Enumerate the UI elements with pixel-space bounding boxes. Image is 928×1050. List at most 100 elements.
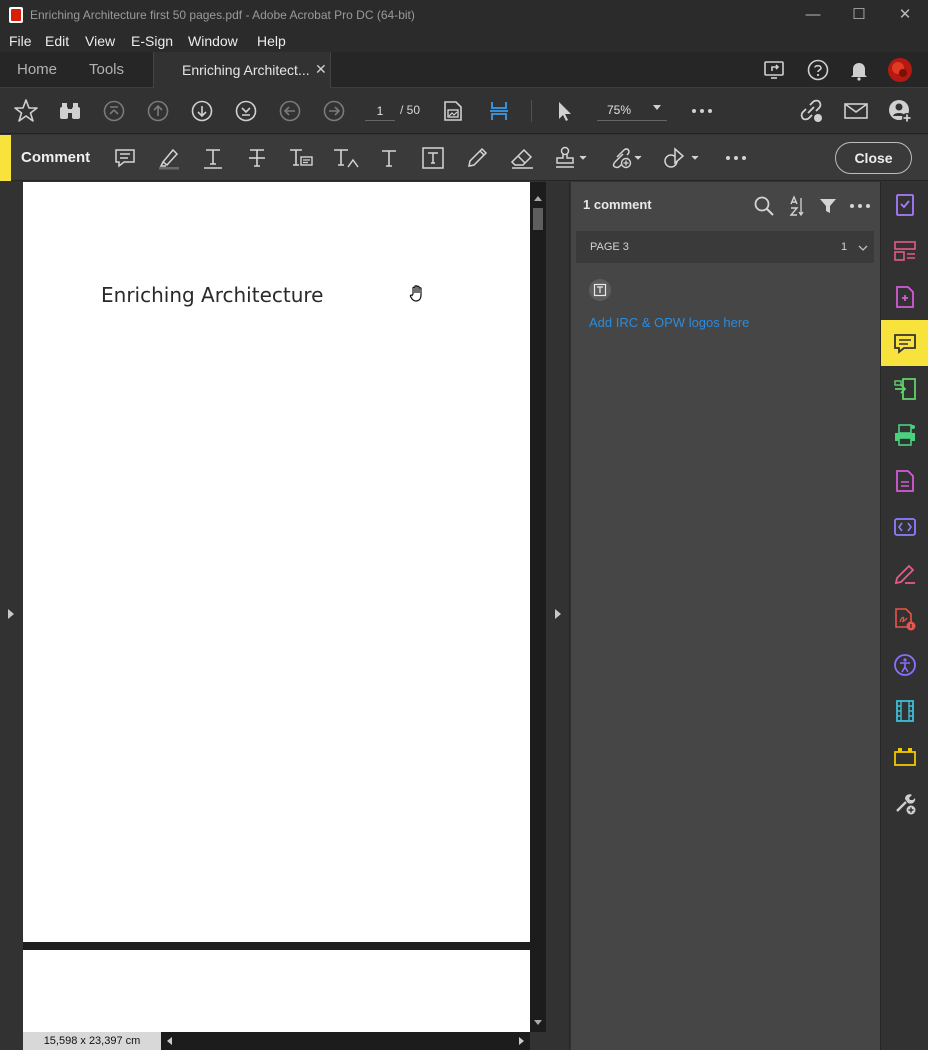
more-tools-ellipsis-icon[interactable] xyxy=(689,98,715,124)
scroll-down-arrow-icon[interactable] xyxy=(534,1020,542,1025)
last-page-icon[interactable] xyxy=(233,98,259,124)
acrobat-window: Enriching Architecture first 50 pages.pd… xyxy=(0,0,928,1050)
close-comment-button[interactable]: Close xyxy=(835,142,912,174)
pdf-page-2[interactable] xyxy=(23,950,530,1032)
print-production-icon[interactable] xyxy=(881,412,928,458)
comment-text[interactable]: Add IRC & OPW logos here xyxy=(589,315,749,330)
sticky-note-icon[interactable] xyxy=(113,145,137,171)
comment-options-ellipsis-icon[interactable] xyxy=(848,194,872,218)
menu-view[interactable]: View xyxy=(85,33,115,49)
menu-help[interactable]: Help xyxy=(257,33,286,49)
add-text-icon[interactable] xyxy=(376,145,402,171)
text-box-icon[interactable] xyxy=(420,145,446,171)
comment-group-label: PAGE 3 xyxy=(590,241,629,253)
pencil-draw-icon[interactable] xyxy=(464,145,490,171)
protect-icon[interactable] xyxy=(881,596,928,642)
rich-media-icon[interactable] xyxy=(881,688,928,734)
sort-comments-icon[interactable] xyxy=(784,194,808,218)
attach-file-icon[interactable] xyxy=(608,145,644,171)
scrollbar-thumb[interactable] xyxy=(533,208,543,230)
filter-comments-icon[interactable] xyxy=(816,194,840,218)
edit-pdf-icon[interactable] xyxy=(881,458,928,504)
main-toolbar: 1 / 50 75% xyxy=(0,88,928,134)
page-heading: Enriching Architecture xyxy=(101,283,324,307)
underline-text-icon[interactable] xyxy=(200,145,226,171)
document-vertical-scrollbar[interactable] xyxy=(530,182,546,1032)
page-dimensions-label: 15,598 x 23,397 cm xyxy=(23,1032,161,1050)
accessibility-icon[interactable] xyxy=(881,642,928,688)
hand-cursor-icon xyxy=(407,283,427,308)
scroll-right-arrow-icon[interactable] xyxy=(519,1037,524,1045)
tools-rail xyxy=(880,182,928,1050)
select-pointer-icon[interactable] xyxy=(551,98,577,124)
organize-pages-icon[interactable] xyxy=(881,228,928,274)
chevron-down-icon[interactable] xyxy=(858,240,868,258)
add-note-to-text-icon[interactable] xyxy=(288,145,314,171)
email-envelope-icon[interactable] xyxy=(843,98,869,124)
next-view-icon[interactable] xyxy=(321,98,347,124)
comment-group-header[interactable]: PAGE 3 1 xyxy=(576,231,874,263)
minimize-button[interactable]: — xyxy=(790,0,836,31)
highlight-text-icon[interactable] xyxy=(156,145,182,171)
eraser-icon[interactable] xyxy=(508,145,536,171)
strikethrough-text-icon[interactable] xyxy=(244,145,270,171)
tab-home[interactable]: Home xyxy=(17,61,57,78)
add-user-icon[interactable] xyxy=(887,98,913,124)
action-wizard-icon[interactable] xyxy=(881,734,928,780)
tab-tools[interactable]: Tools xyxy=(89,61,124,78)
first-page-icon[interactable] xyxy=(101,98,127,124)
window-close-button[interactable]: ✕ xyxy=(882,0,928,31)
window-title: Enriching Architecture first 50 pages.pd… xyxy=(30,8,415,22)
more-tools-icon[interactable] xyxy=(881,780,928,826)
fill-sign-icon[interactable] xyxy=(881,550,928,596)
checklist-icon[interactable] xyxy=(881,182,928,228)
maximize-button[interactable]: ☐ xyxy=(836,0,882,31)
comment-toolbar-label: Comment xyxy=(21,149,91,166)
comments-pane: 1 comment PAGE 3 1 Add IRC & OPW logos h… xyxy=(571,182,880,1050)
zoom-select[interactable]: 75% xyxy=(597,101,667,121)
share-link-icon[interactable] xyxy=(798,98,824,124)
comment-icon[interactable] xyxy=(881,320,928,366)
help-icon[interactable] xyxy=(805,57,831,83)
comment-mode-accent xyxy=(0,135,11,181)
stamp-icon[interactable] xyxy=(553,145,589,171)
menu-window[interactable]: Window xyxy=(188,33,238,49)
replace-text-icon[interactable] xyxy=(332,145,360,171)
toolbar-divider xyxy=(531,100,532,122)
drawing-tools-icon[interactable] xyxy=(663,145,701,171)
pane-splitter[interactable] xyxy=(546,182,570,1050)
search-comments-icon[interactable] xyxy=(752,194,776,218)
redact-icon[interactable] xyxy=(881,504,928,550)
menu-bar: File Edit View E-Sign Window Help xyxy=(0,31,928,52)
find-binoculars-icon[interactable] xyxy=(57,98,83,124)
document-status-bar: 15,598 x 23,397 cm xyxy=(23,1032,530,1050)
document-tab-close-icon[interactable]: ✕ xyxy=(315,61,327,78)
share-screen-icon[interactable] xyxy=(762,57,788,83)
comment-toolbar: Comment Close xyxy=(0,135,928,181)
previous-page-icon[interactable] xyxy=(145,98,171,124)
scroll-mode-icon[interactable] xyxy=(486,98,512,124)
menu-file[interactable]: File xyxy=(9,33,32,49)
tab-document[interactable]: Enriching Architect... ✕ xyxy=(153,52,331,88)
menu-edit[interactable]: Edit xyxy=(45,33,69,49)
document-viewport[interactable]: Enriching Architecture xyxy=(23,182,530,1032)
previous-view-icon[interactable] xyxy=(277,98,303,124)
left-navigation-pane-toggle[interactable] xyxy=(0,182,23,1050)
scroll-left-arrow-icon[interactable] xyxy=(167,1037,172,1045)
page-thumbnail-icon[interactable] xyxy=(441,98,467,124)
export-pdf-icon[interactable] xyxy=(881,366,928,412)
tab-bar: Home Tools Enriching Architect... ✕ xyxy=(0,52,928,88)
notifications-bell-icon[interactable] xyxy=(846,57,872,83)
pdf-page-1[interactable]: Enriching Architecture xyxy=(23,182,530,942)
expand-left-pane-icon[interactable] xyxy=(8,609,14,619)
current-page-input[interactable]: 1 xyxy=(365,101,395,121)
next-page-icon[interactable] xyxy=(189,98,215,124)
menu-esign[interactable]: E-Sign xyxy=(131,33,173,49)
comment-more-ellipsis-icon[interactable] xyxy=(723,145,749,171)
user-avatar[interactable] xyxy=(887,57,913,83)
zoom-chevron-down-icon xyxy=(653,105,661,110)
bookmark-star-icon[interactable] xyxy=(13,98,39,124)
create-pdf-icon[interactable] xyxy=(881,274,928,320)
scroll-up-arrow-icon[interactable] xyxy=(534,196,542,201)
collapse-right-pane-icon[interactable] xyxy=(555,609,561,619)
